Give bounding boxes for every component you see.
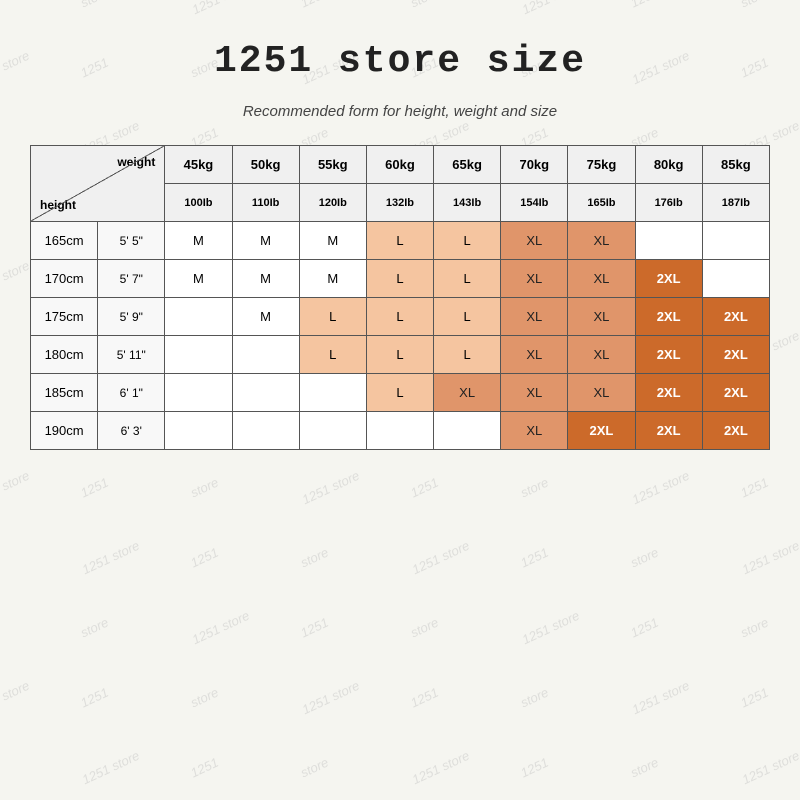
height-ft: 5' 5": [98, 222, 165, 260]
size-chart-table: weight height 45kg50kg55kg60kg65kg70kg75…: [30, 145, 770, 450]
height-ft: 5' 7": [98, 260, 165, 298]
kg-header: 70kg: [501, 146, 568, 184]
size-cell: L: [434, 222, 501, 260]
size-cell: [366, 412, 433, 450]
lb-header: 132Ib: [366, 184, 433, 222]
size-cell: M: [299, 222, 366, 260]
size-cell: L: [299, 336, 366, 374]
size-cell: XL: [501, 336, 568, 374]
size-cell: [165, 298, 232, 336]
size-cell: 2XL: [702, 374, 769, 412]
kg-header: 80kg: [635, 146, 702, 184]
size-cell: [165, 412, 232, 450]
size-cell: [165, 336, 232, 374]
size-cell: [635, 222, 702, 260]
size-cell: [702, 260, 769, 298]
height-ft: 6' 3': [98, 412, 165, 450]
size-cell: [299, 412, 366, 450]
size-cell: L: [366, 222, 433, 260]
size-cell: XL: [501, 260, 568, 298]
lb-header: 100Ib: [165, 184, 232, 222]
size-cell: [232, 412, 299, 450]
size-cell: 2XL: [635, 298, 702, 336]
size-cell: 2XL: [635, 336, 702, 374]
size-cell: M: [232, 260, 299, 298]
lb-header: 176Ib: [635, 184, 702, 222]
size-cell: [232, 374, 299, 412]
size-cell: M: [232, 222, 299, 260]
height-ft: 5' 9": [98, 298, 165, 336]
size-cell: M: [165, 222, 232, 260]
size-cell: M: [232, 298, 299, 336]
height-cm: 185cm: [31, 374, 98, 412]
size-cell: [299, 374, 366, 412]
size-cell: 2XL: [702, 412, 769, 450]
height-cm: 180cm: [31, 336, 98, 374]
size-cell: L: [299, 298, 366, 336]
lb-header: 154Ib: [501, 184, 568, 222]
size-cell: XL: [568, 374, 635, 412]
kg-header: 50kg: [232, 146, 299, 184]
size-cell: 2XL: [702, 336, 769, 374]
page-title: 1251 store size: [214, 40, 586, 83]
size-cell: XL: [568, 336, 635, 374]
size-cell: [434, 412, 501, 450]
corner-weight-label: weight: [117, 155, 155, 169]
size-cell: L: [366, 260, 433, 298]
size-cell: 2XL: [635, 260, 702, 298]
size-cell: L: [366, 298, 433, 336]
height-cm: 170cm: [31, 260, 98, 298]
size-cell: L: [366, 336, 433, 374]
lb-header: 110Ib: [232, 184, 299, 222]
height-cm: 165cm: [31, 222, 98, 260]
subtitle: Recommended form for height, weight and …: [243, 103, 557, 120]
size-cell: XL: [501, 374, 568, 412]
size-cell: XL: [568, 222, 635, 260]
size-cell: [232, 336, 299, 374]
size-cell: [165, 374, 232, 412]
size-cell: L: [434, 298, 501, 336]
size-cell: 2XL: [635, 374, 702, 412]
size-cell: 2XL: [702, 298, 769, 336]
size-cell: XL: [501, 222, 568, 260]
size-cell: 2XL: [568, 412, 635, 450]
lb-header: 187Ib: [702, 184, 769, 222]
size-cell: L: [434, 260, 501, 298]
size-cell: XL: [568, 260, 635, 298]
corner-height-label: height: [40, 198, 76, 212]
lb-header: 165Ib: [568, 184, 635, 222]
height-cm: 175cm: [31, 298, 98, 336]
size-cell: XL: [434, 374, 501, 412]
size-cell: XL: [568, 298, 635, 336]
lb-header: 120Ib: [299, 184, 366, 222]
size-cell: XL: [501, 298, 568, 336]
height-cm: 190cm: [31, 412, 98, 450]
size-cell: L: [434, 336, 501, 374]
size-cell: XL: [501, 412, 568, 450]
main-content: 1251 store size Recommended form for hei…: [0, 0, 800, 480]
height-ft: 5' 11": [98, 336, 165, 374]
size-cell: L: [366, 374, 433, 412]
size-cell: 2XL: [635, 412, 702, 450]
kg-header: 55kg: [299, 146, 366, 184]
kg-header: 75kg: [568, 146, 635, 184]
kg-header: 60kg: [366, 146, 433, 184]
size-cell: M: [299, 260, 366, 298]
kg-header: 85kg: [702, 146, 769, 184]
size-cell: [702, 222, 769, 260]
kg-header: 45kg: [165, 146, 232, 184]
size-cell: M: [165, 260, 232, 298]
height-ft: 6' 1": [98, 374, 165, 412]
lb-header: 143Ib: [434, 184, 501, 222]
kg-header: 65kg: [434, 146, 501, 184]
